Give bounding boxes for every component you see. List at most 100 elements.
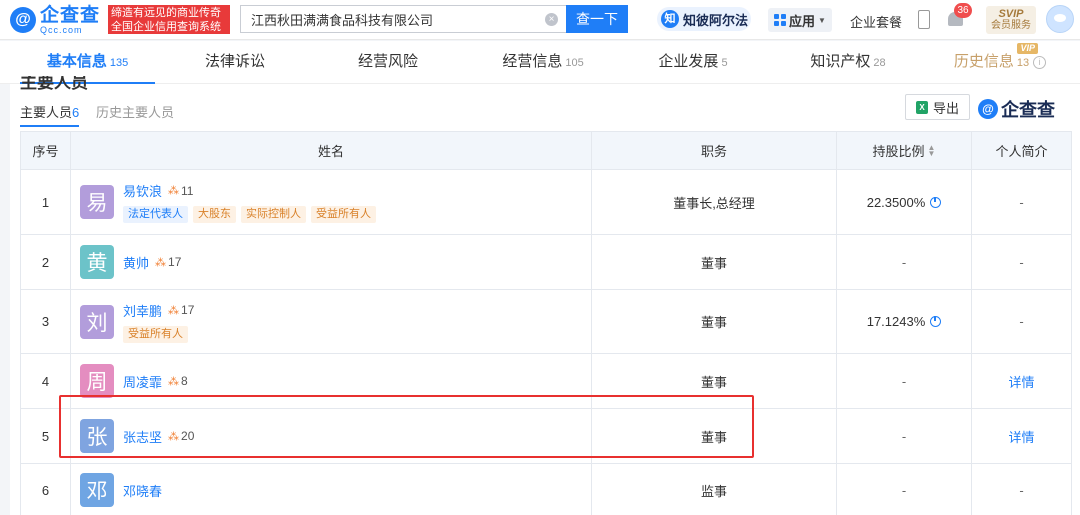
tab-operation-risk[interactable]: 经营风险 [333,41,443,84]
highlight-annotation-box [59,395,754,458]
enterprise-suite-link[interactable]: 企业套餐 [850,12,902,31]
person-share: 22.3500% [837,170,972,234]
person-bio: 详情 [972,354,1072,408]
person-avatar[interactable]: 易 [80,185,114,219]
person-share: - [837,354,972,408]
clear-icon[interactable]: × [545,13,558,26]
person-bio: - [972,170,1072,234]
person-bio: - [972,464,1072,515]
header-position: 职务 [592,132,837,169]
zhibi-label: 知彼阿尔法 [683,12,749,28]
search-button[interactable]: 查一下 [566,5,628,33]
tab-development[interactable]: 企业发展 5 [643,41,743,84]
tab-history-info[interactable]: 历史信息 13 i VIP [940,41,1060,84]
sort-icon[interactable]: ▲ ▼ [928,143,936,157]
person-bio: 详情 [972,409,1072,463]
share-value: - [901,428,907,444]
user-avatar[interactable] [1046,5,1074,33]
table-row: 6 邓邓晓春 监事 - - [21,464,1072,515]
export-button[interactable]: X 导出 [905,94,970,120]
svip-button[interactable]: SVIP 会员服务 [986,6,1036,34]
person-cell: 刘刘幸鹏 ⁂ 17 受益所有人 [71,290,592,353]
brand-mark-icon: @ [978,99,998,119]
app-menu-button[interactable]: 应用 ▼ [768,8,832,32]
person-name-link[interactable]: 周凌霏 [123,372,162,391]
person-name-link[interactable]: 黄帅 [123,253,149,272]
header-index: 序号 [21,132,71,169]
person-share: - [837,409,972,463]
slogan-banner: 缔造有远见的商业传奇 全国企业信用查询系统 [108,5,230,34]
bio-value: - [1019,194,1024,210]
person-position: 董事 [592,235,837,289]
header-bio: 个人简介 [972,132,1072,169]
row-index: 6 [21,464,71,515]
slogan-line-2: 全国企业信用查询系统 [111,21,221,33]
share-chart-icon[interactable] [930,316,942,327]
relation-graph-icon[interactable]: ⁂ [168,184,179,197]
person-cell: 易易钦浪 ⁂ 11 法定代表人 大股东 实际控制人 受益所有人 [71,170,592,234]
person-bio: - [972,235,1072,289]
person-tag: 受益所有人 [311,206,376,223]
person-tag: 实际控制人 [241,206,306,223]
bio-value: - [1019,314,1024,329]
qcc-brand-watermark: @ 企查查 [978,96,1055,122]
tab-intellectual-property[interactable]: 知识产权 28 [793,41,903,84]
relation-graph-icon[interactable]: ⁂ [155,256,166,269]
tab-legal[interactable]: 法律诉讼 [180,41,290,84]
top-header: @ 企查查 Qcc.com 缔造有远见的商业传奇 全国企业信用查询系统 × 查一… [0,0,1080,40]
search-box[interactable]: × [240,5,566,33]
tab-operation-info[interactable]: 经营信息 105 [488,41,598,84]
share-value: 22.3500% [866,194,926,210]
relation-count[interactable]: 11 [181,184,193,198]
share-value: - [901,373,907,389]
person-avatar[interactable]: 黄 [80,245,114,279]
mobile-phone-icon[interactable] [918,10,930,29]
person-tag: 受益所有人 [123,325,188,343]
person-avatar[interactable]: 邓 [80,473,114,507]
person-tag: 大股东 [193,206,236,223]
subtab-history-personnel[interactable]: 历史主要人员 [96,102,174,121]
relation-count[interactable]: 8 [181,374,188,388]
share-value: - [901,482,907,498]
person-avatar[interactable]: 周 [80,364,114,398]
person-bio: - [972,290,1072,353]
brand-text: 企查查 [1001,100,1055,120]
header-share[interactable]: 持股比例 ▲ ▼ [837,132,972,169]
bio-detail-link[interactable]: 详情 [1008,427,1034,446]
relation-graph-icon[interactable]: ⁂ [168,375,179,388]
logo-text: 企查查 [40,4,101,26]
person-tag: 法定代表人 [123,206,188,223]
vip-badge: VIP [1017,43,1038,54]
person-avatar[interactable]: 刘 [80,304,114,339]
subtab-key-personnel[interactable]: 主要人员6 [20,102,80,127]
logo-mark-icon: @ [10,7,36,33]
person-name-link[interactable]: 易钦浪 [123,181,162,200]
info-icon: i [1033,56,1047,69]
person-name-link[interactable]: 邓晓春 [123,481,162,500]
relation-graph-icon[interactable]: ⁂ [168,304,179,317]
row-index: 2 [21,235,71,289]
notification-badge: 36 [954,3,972,18]
person-name-link[interactable]: 刘幸鹏 [123,301,162,320]
main-tabs: 基本信息 135 法律诉讼 经营风险 经营信息 105 企业发展 5 知识产权 28 历… [0,41,1080,84]
person-cell: 邓邓晓春 [71,464,592,515]
relation-count[interactable]: 17 [181,303,194,317]
export-label: 导出 [932,100,959,116]
chevron-down-icon: ▼ [818,15,826,25]
relation-count[interactable]: 17 [168,255,181,269]
person-position: 监事 [592,464,837,515]
table-row: 2 黄黄帅 ⁂ 17 董事 - - [21,235,1072,290]
person-position: 董事长,总经理 [592,170,837,234]
person-share: 17.1243% [837,290,972,353]
person-tags: 法定代表人 大股东 实际控制人 受益所有人 [123,206,381,223]
zhibi-alpha-button[interactable]: 知 知彼阿尔法 [657,7,751,31]
person-share: - [837,464,972,515]
search-input[interactable] [251,11,531,27]
table-row: 1 易易钦浪 ⁂ 11 法定代表人 大股东 实际控制人 受益所有人 董事长,总经理 22.3500… [21,170,1072,235]
share-value: 17.1243% [866,314,926,329]
person-tags: 受益所有人 [123,325,194,343]
bio-value: - [1019,482,1024,498]
qcc-logo[interactable]: @ 企查查 Qcc.com [10,4,101,34]
bio-detail-link[interactable]: 详情 [1008,372,1034,391]
share-chart-icon[interactable] [930,196,942,208]
